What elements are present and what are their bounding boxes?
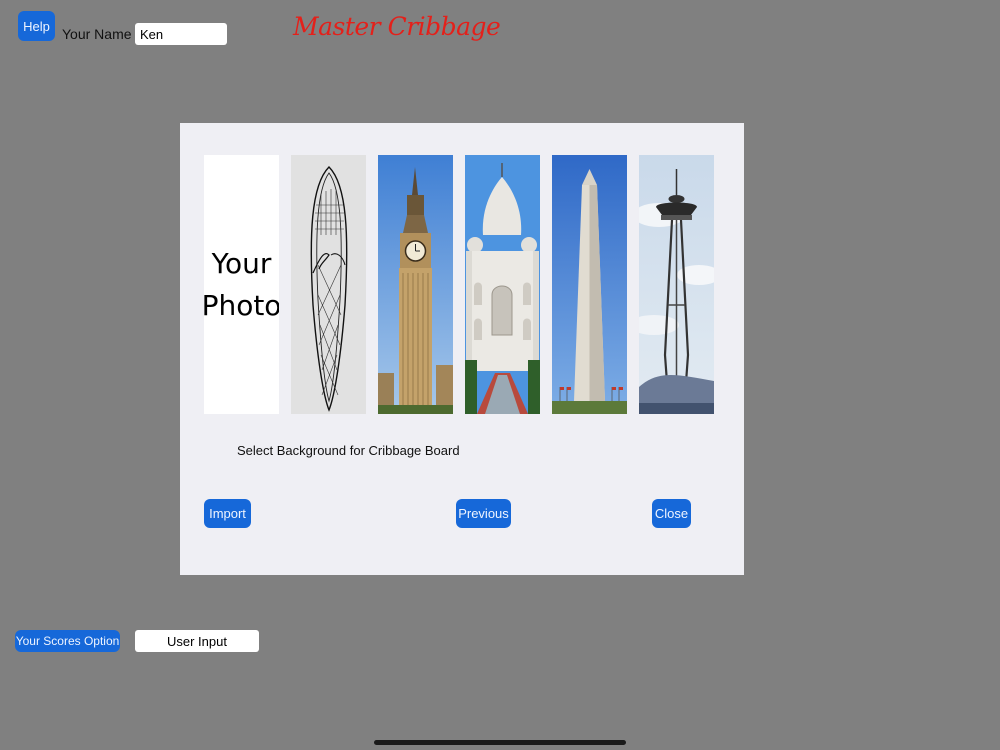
close-button[interactable]: Close — [652, 499, 691, 528]
your-name-label: Your Name — [62, 26, 132, 42]
snowshoe-background-option[interactable] — [291, 155, 366, 414]
snowshoe-image — [310, 166, 348, 412]
scores-option-selector[interactable]: User Input — [135, 630, 259, 652]
space-needle-background-option[interactable] — [639, 155, 714, 414]
import-button[interactable]: Import — [204, 499, 251, 528]
home-indicator[interactable] — [374, 740, 626, 745]
select-background-caption: Select Background for Cribbage Board — [237, 443, 460, 458]
your-photo-line1: Your — [211, 246, 272, 280]
space-needle-image — [639, 155, 714, 414]
taj-mahal-background-option[interactable] — [465, 155, 540, 414]
your-photo-option[interactable]: Your Photo — [204, 155, 279, 414]
help-button[interactable]: Help — [18, 11, 55, 41]
your-photo-line2: Photo — [204, 288, 279, 322]
background-picker-dialog: Your Photo Select Background for Cribbag… — [180, 123, 744, 575]
your-scores-option-button[interactable]: Your Scores Option — [15, 630, 120, 652]
previous-button[interactable]: Previous — [456, 499, 511, 528]
app-title: Master Cribbage — [293, 12, 501, 41]
big-ben-background-option[interactable] — [378, 155, 453, 414]
taj-mahal-image — [465, 155, 540, 414]
your-name-input[interactable] — [135, 23, 227, 45]
washington-monument-image — [552, 155, 627, 414]
washington-monument-background-option[interactable] — [552, 155, 627, 414]
big-ben-image — [378, 155, 453, 414]
